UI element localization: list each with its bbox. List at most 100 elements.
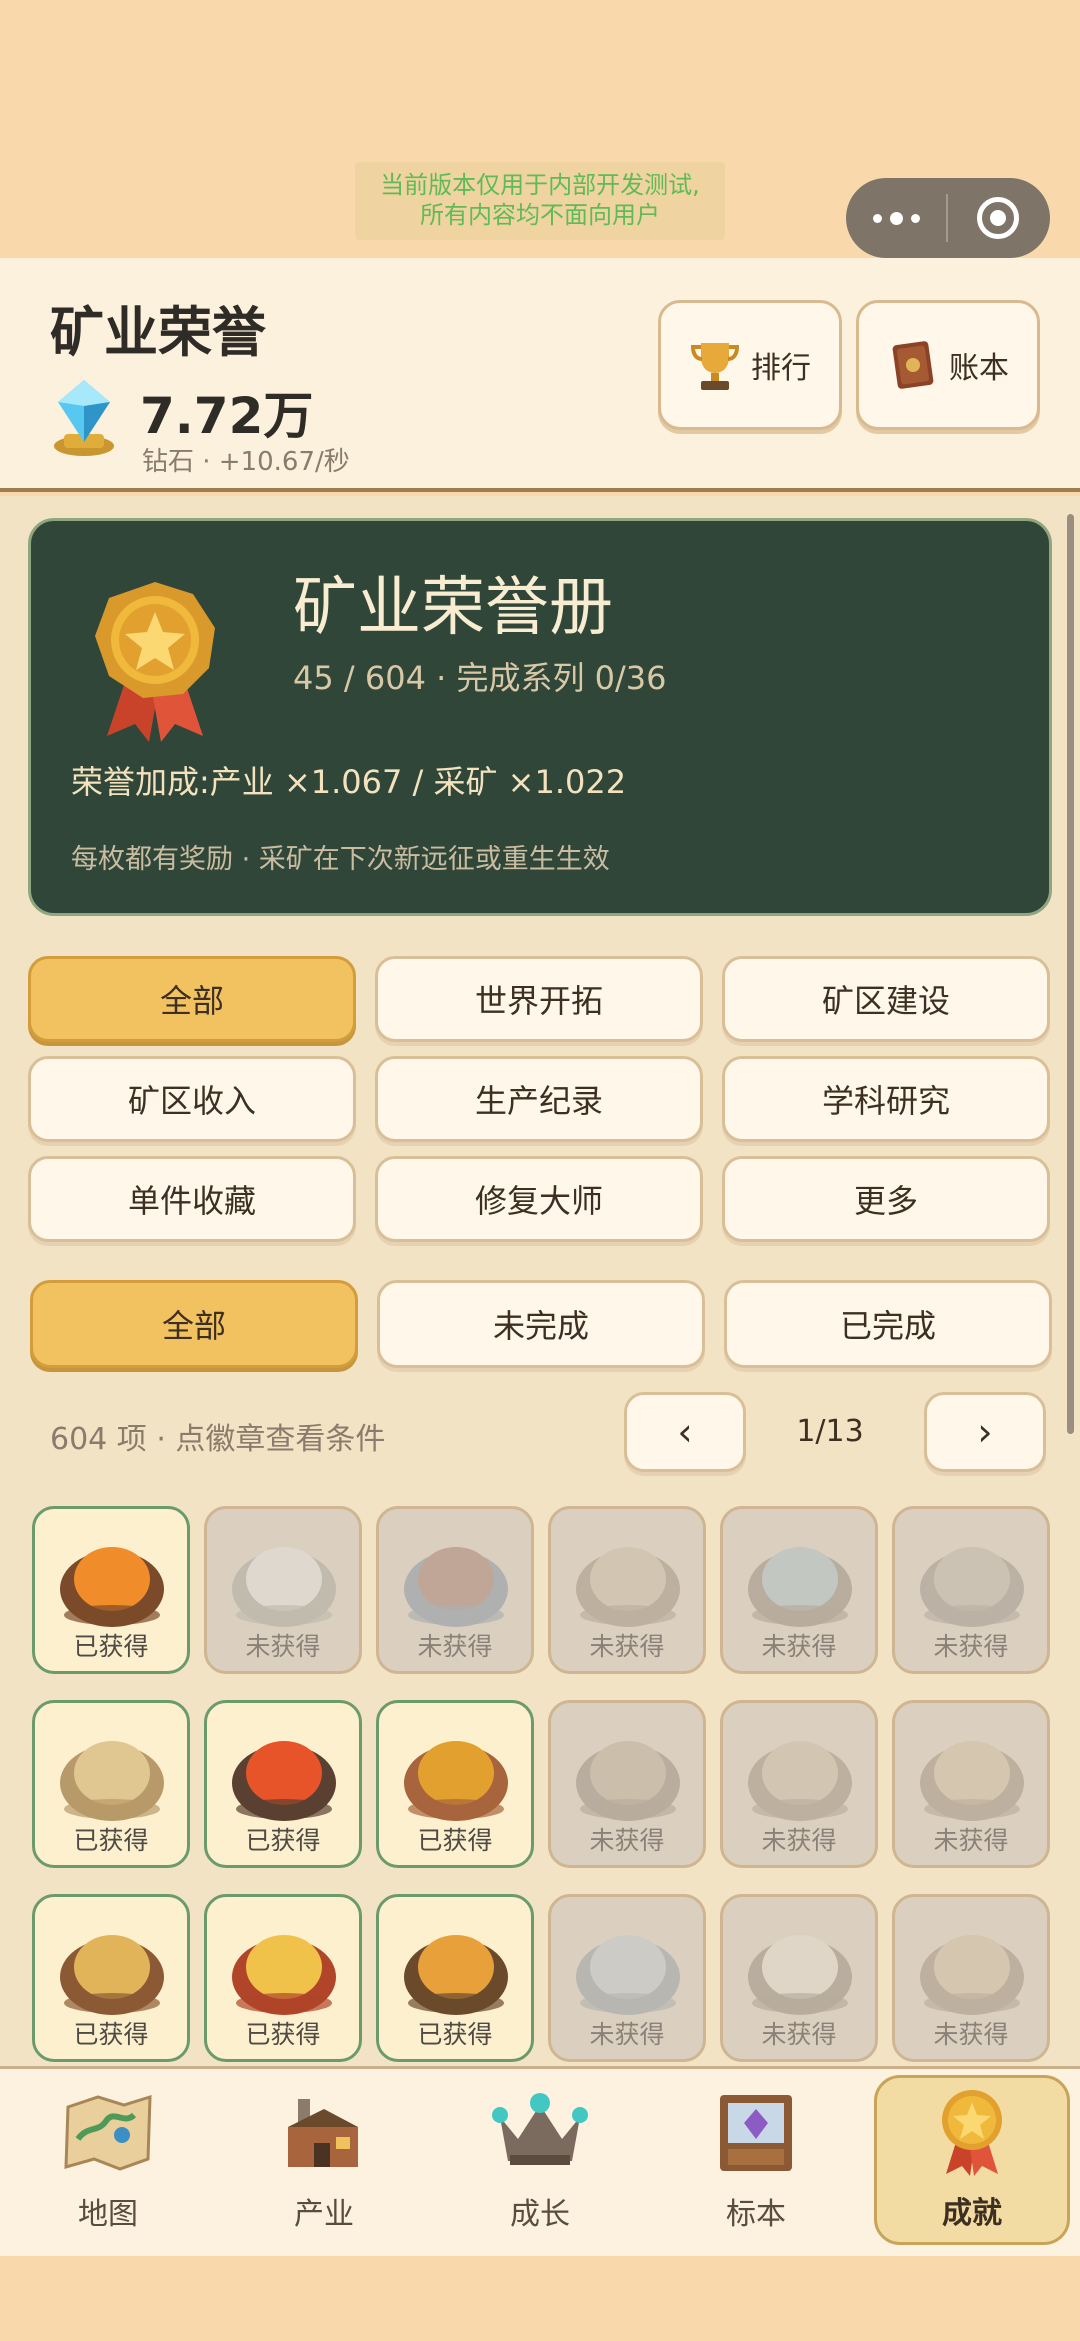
honor-note: 每枚都有奖励 · 采矿在下次新远征或重生生效	[71, 844, 610, 875]
nav-industry-label: 产业	[294, 2197, 354, 2232]
achievement-badge[interactable]: 未获得	[548, 1506, 706, 1674]
page-indicator: 1/13	[796, 1414, 864, 1449]
badge-state-label: 未获得	[417, 1632, 493, 1661]
achievement-badge[interactable]: 未获得	[720, 1700, 878, 1868]
badge-state-label: 已获得	[417, 1826, 493, 1855]
honor-card-title: 矿业荣誉册	[293, 571, 613, 645]
scrollbar[interactable]	[1067, 514, 1074, 1434]
header: 矿业荣誉 7.72万 钻石 · +10.67/秒 排行 账本	[0, 258, 1080, 492]
achievement-badge[interactable]: 未获得	[548, 1700, 706, 1868]
diamond-rate: 钻石 · +10.67/秒	[142, 447, 350, 477]
category-world-exploration[interactable]: 世界开拓	[375, 956, 703, 1042]
treasure-cave-icon	[404, 1935, 508, 2015]
gears-icon	[576, 1741, 680, 1821]
bottom-nav: 地图 产业 成长 标本 成就	[0, 2066, 1080, 2256]
nav-specimen[interactable]: 标本	[658, 2079, 854, 2249]
category-repair-master[interactable]: 修复大师	[375, 1156, 703, 1242]
factory-icon	[288, 2099, 358, 2167]
mountain-icon	[232, 1547, 336, 1627]
target-circle-icon[interactable]	[948, 178, 1048, 258]
crown-crystal-icon	[492, 2093, 588, 2165]
honor-bonus: 荣誉加成:产业 ×1.067 / 采矿 ×1.022	[71, 763, 627, 801]
category-all[interactable]: 全部	[28, 956, 356, 1042]
badge-state-label: 未获得	[933, 1632, 1009, 1661]
nav-industry[interactable]: 产业	[226, 2079, 422, 2249]
category-mine-construction[interactable]: 矿区建设	[722, 956, 1050, 1042]
badge-state-label: 未获得	[933, 2020, 1009, 2049]
achievement-badge[interactable]: 已获得	[376, 1700, 534, 1868]
badge-state-label: 未获得	[761, 2020, 837, 2049]
map-icon	[64, 2094, 152, 2171]
status-filter-incomplete[interactable]: 未完成	[377, 1280, 705, 1368]
badge-state-label: 未获得	[245, 1632, 321, 1661]
achievement-badge[interactable]: 未获得	[892, 1894, 1050, 2062]
achievement-badge[interactable]: 未获得	[204, 1506, 362, 1674]
achievement-badge[interactable]: 未获得	[892, 1506, 1050, 1674]
rank-button[interactable]: 排行	[658, 300, 842, 430]
volcano-icon	[232, 1741, 336, 1821]
diamond-icon	[54, 380, 114, 456]
achievement-badge[interactable]: 未获得	[892, 1700, 1050, 1868]
dev-test-notice: 当前版本仅用于内部开发测试, 所有内容均不面向用户	[355, 162, 725, 240]
ledger-button[interactable]: 账本	[856, 300, 1040, 430]
nav-map[interactable]: 地图	[10, 2079, 206, 2249]
achievement-badge[interactable]: 已获得	[204, 1894, 362, 2062]
bell-icon	[920, 1935, 1024, 2015]
ledger-button-label: 账本	[949, 351, 1009, 386]
tower-icon	[920, 1547, 1024, 1627]
category-more[interactable]: 更多	[722, 1156, 1050, 1242]
category-production-record[interactable]: 生产纪录	[375, 1056, 703, 1142]
specimen-cabinet-icon	[720, 2095, 792, 2171]
castle-icon	[920, 1741, 1024, 1821]
achievement-badge[interactable]: 未获得	[376, 1506, 534, 1674]
achievement-badge[interactable]: 未获得	[720, 1894, 878, 2062]
clock-icon	[748, 1935, 852, 2015]
achievement-badge[interactable]: 已获得	[32, 1506, 190, 1674]
nav-specimen-label: 标本	[726, 2197, 786, 2232]
item-count-hint: 604 项 · 点徽章查看条件	[50, 1422, 386, 1457]
stone-wheel-icon	[60, 1741, 164, 1821]
badge-state-label: 未获得	[761, 1826, 837, 1855]
badge-state-label: 未获得	[761, 1632, 837, 1661]
badge-state-label: 已获得	[245, 1826, 321, 1855]
category-research[interactable]: 学科研究	[722, 1056, 1050, 1142]
badge-state-label: 未获得	[589, 2020, 665, 2049]
achievement-badge[interactable]: 已获得	[204, 1700, 362, 1868]
category-single-collection[interactable]: 单件收藏	[28, 1156, 356, 1242]
status-filter-completed[interactable]: 已完成	[724, 1280, 1052, 1368]
more-dots-icon[interactable]	[846, 178, 946, 258]
achievement-badge[interactable]: 未获得	[548, 1894, 706, 2062]
achievement-badge[interactable]: 未获得	[720, 1506, 878, 1674]
category-mine-income[interactable]: 矿区收入	[28, 1056, 356, 1142]
treasure-chest-icon	[232, 1935, 336, 2015]
money-bag-icon	[60, 1935, 164, 2015]
achievement-badge[interactable]: 已获得	[32, 1700, 190, 1868]
dev-notice-line-1: 当前版本仅用于内部开发测试,	[380, 171, 700, 199]
honor-progress: 45 / 604 · 完成系列 0/36	[293, 659, 667, 697]
nav-achievement-label: 成就	[942, 2196, 1002, 2231]
nav-achievement[interactable]: 成就	[874, 2075, 1070, 2245]
badge-state-label: 未获得	[589, 1632, 665, 1661]
gear-icon	[404, 1741, 508, 1821]
honor-summary-card: 矿业荣誉册 45 / 604 · 完成系列 0/36 荣誉加成:产业 ×1.06…	[28, 518, 1052, 916]
badge-state-label: 已获得	[73, 1826, 149, 1855]
achievement-content[interactable]: 矿业荣誉册 45 / 604 · 完成系列 0/36 荣誉加成:产业 ×1.06…	[0, 496, 1080, 2066]
nav-map-label: 地图	[78, 2197, 138, 2232]
globe-flag-icon	[404, 1547, 508, 1627]
prev-page-button[interactable]: ‹	[624, 1392, 746, 1472]
diamond-value: 7.72万	[140, 387, 314, 445]
campfire-icon	[60, 1547, 164, 1627]
canyon-icon	[576, 1547, 680, 1627]
nav-growth-label: 成长	[510, 2197, 570, 2232]
rank-button-label: 排行	[751, 351, 811, 386]
ruins-icon	[748, 1741, 852, 1821]
achievement-badge[interactable]: 已获得	[32, 1894, 190, 2062]
dev-notice-line-2: 所有内容均不面向用户	[420, 201, 660, 229]
nav-growth[interactable]: 成长	[442, 2079, 638, 2249]
page-title: 矿业荣誉	[50, 301, 266, 364]
badge-state-label: 已获得	[245, 2020, 321, 2049]
next-page-button[interactable]: ›	[924, 1392, 1046, 1472]
achievement-badge[interactable]: 已获得	[376, 1894, 534, 2062]
crystal-icon	[576, 1935, 680, 2015]
status-filter-all[interactable]: 全部	[30, 1280, 358, 1368]
